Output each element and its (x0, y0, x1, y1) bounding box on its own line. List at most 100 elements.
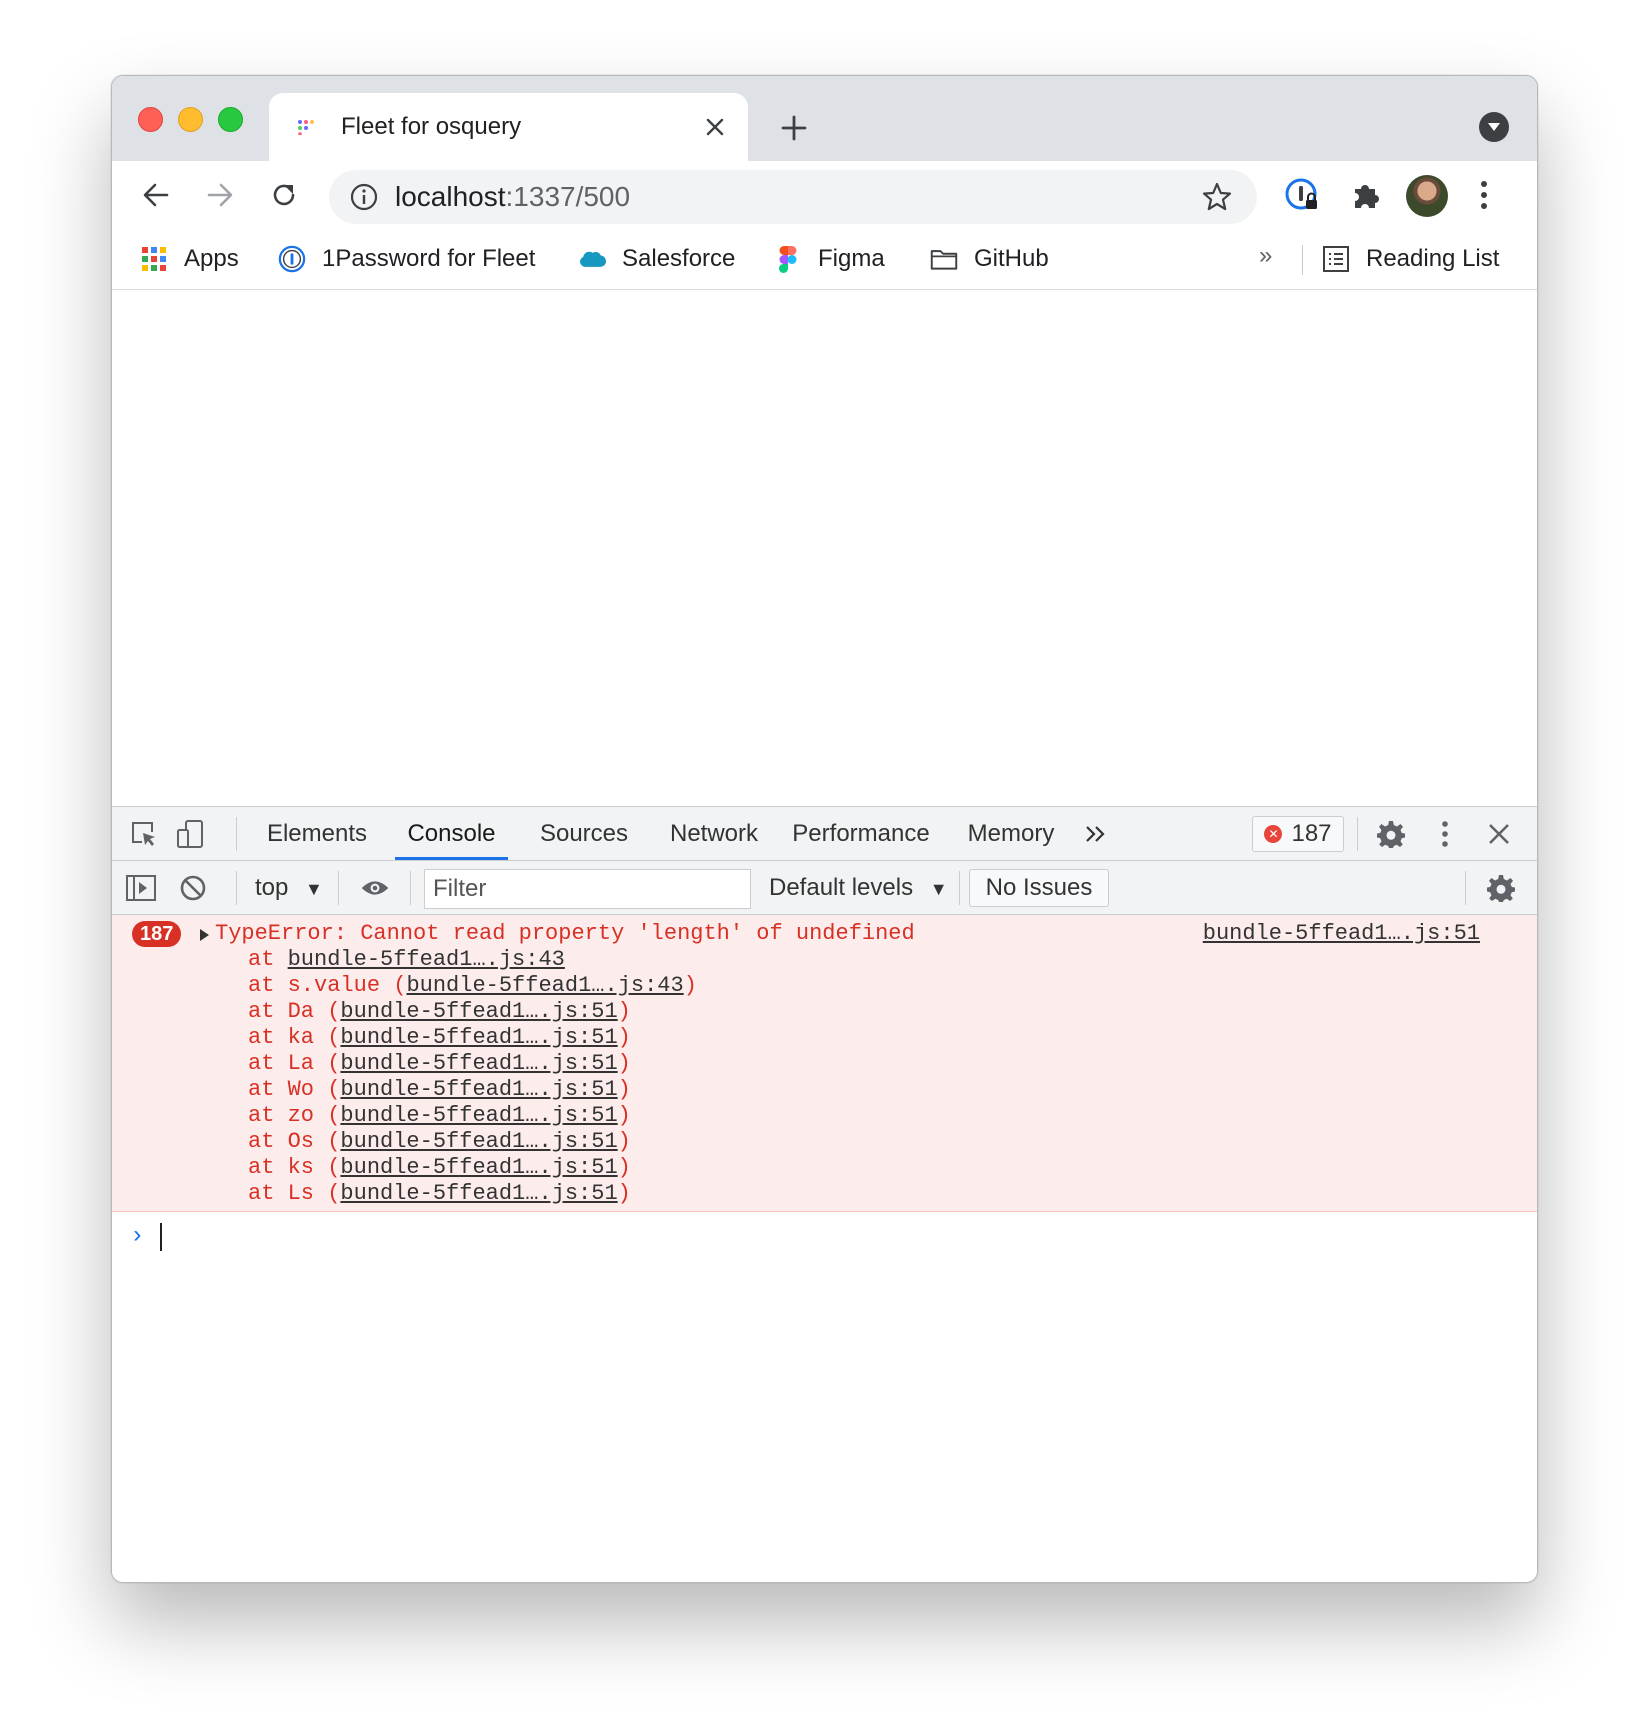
console-bar-divider (1465, 871, 1466, 905)
apps-grid-icon (140, 245, 168, 273)
tab-bar-divider (236, 817, 237, 851)
site-info-icon[interactable] (349, 182, 379, 212)
url-text[interactable]: localhost:1337/500 (395, 181, 630, 213)
tab-network[interactable]: Network (659, 807, 769, 861)
stack-frame-link[interactable]: bundle-5ffead1….js:51 (340, 1103, 617, 1128)
context-selector[interactable]: top ▼ (255, 871, 323, 905)
stack-frame-prefix: at ka ( (248, 1025, 341, 1050)
stack-frame-link[interactable]: bundle-5ffead1….js:43 (288, 947, 565, 972)
stack-frame-link[interactable]: bundle-5ffead1….js:51 (340, 1181, 617, 1206)
console-bar-divider (410, 871, 411, 905)
stack-frame: at Ls (bundle-5ffead1….js:51) (248, 1181, 697, 1207)
tab-bar-divider (1357, 817, 1358, 851)
stack-frame-close-paren: ) (617, 1051, 631, 1076)
stack-frame-prefix: at (248, 947, 288, 972)
devtools-menu-icon[interactable] (1430, 819, 1460, 849)
reload-icon[interactable] (262, 173, 306, 217)
profile-avatar[interactable] (1406, 175, 1448, 217)
address-bar[interactable]: localhost:1337/500 (329, 170, 1257, 224)
bookmarks-divider (1302, 245, 1303, 275)
stack-frame-close-paren: ) (617, 1129, 631, 1154)
error-counter-button[interactable]: ✕ 187 (1252, 816, 1344, 852)
fleet-favicon-icon (298, 120, 314, 135)
stack-frame: at Da (bundle-5ffead1….js:51) (248, 999, 697, 1025)
figma-icon (774, 245, 802, 273)
tab-console[interactable]: Console (395, 807, 508, 861)
bookmark-label: Apps (184, 245, 239, 272)
console-toolbar: top ▼ Default levels ▼ No Issues (112, 861, 1537, 915)
stack-frame-close-paren: ) (617, 1103, 631, 1128)
stack-frame: at zo (bundle-5ffead1….js:51) (248, 1103, 697, 1129)
forward-icon[interactable] (198, 173, 242, 217)
bookmark-apps[interactable]: Apps (140, 242, 239, 276)
stack-frame: at ka (bundle-5ffead1….js:51) (248, 1025, 697, 1051)
context-dropdown-icon: ▼ (305, 879, 323, 899)
tab-sources[interactable]: Sources (529, 807, 639, 861)
log-levels-dropdown-icon: ▼ (929, 879, 948, 899)
stack-frame-prefix: at Os ( (248, 1129, 341, 1154)
bookmark-star-icon[interactable] (1201, 181, 1233, 213)
stack-frame-prefix: at s.value ( (248, 973, 407, 998)
tab-strip: Fleet for osquery (112, 76, 1537, 161)
stack-frame-close-paren: ) (683, 973, 697, 998)
console-input-caret[interactable] (160, 1223, 162, 1251)
inspect-element-icon[interactable] (129, 819, 159, 849)
browser-window: Fleet for osquery localhost:1337/500 App… (111, 75, 1538, 1583)
stack-frame-link[interactable]: bundle-5ffead1….js:51 (340, 1025, 617, 1050)
1password-extension-icon[interactable] (1282, 175, 1322, 215)
filter-input[interactable] (424, 869, 751, 909)
error-message[interactable]: 187 TypeError: Cannot read property 'len… (112, 915, 1537, 1212)
extensions-puzzle-icon[interactable] (1346, 175, 1386, 215)
settings-gear-icon[interactable] (1376, 819, 1406, 849)
stack-frame: at Wo (bundle-5ffead1….js:51) (248, 1077, 697, 1103)
new-tab-icon[interactable] (776, 110, 812, 146)
expand-triangle-icon[interactable] (200, 929, 209, 941)
show-sidebar-icon[interactable] (126, 873, 156, 903)
stack-frame-link[interactable]: bundle-5ffead1….js:51 (340, 1051, 617, 1076)
minimize-window-button[interactable] (178, 107, 203, 132)
stack-frame-link[interactable]: bundle-5ffead1….js:51 (340, 1155, 617, 1180)
repeat-count-badge: 187 (132, 921, 182, 947)
bookmark-salesforce[interactable]: Salesforce (578, 242, 735, 276)
stack-frame-link[interactable]: bundle-5ffead1….js:51 (340, 1077, 617, 1102)
console-settings-gear-icon[interactable] (1486, 873, 1516, 903)
more-bookmarks-chevron[interactable]: » (1259, 242, 1272, 270)
zoom-window-button[interactable] (218, 107, 243, 132)
reading-list-button[interactable]: Reading List (1322, 242, 1499, 276)
live-expression-eye-icon[interactable] (360, 873, 390, 903)
log-levels-label: Default levels (769, 874, 914, 901)
error-x-icon: ✕ (1264, 825, 1283, 843)
back-icon[interactable] (134, 173, 178, 217)
tab-elements[interactable]: Elements (262, 807, 372, 861)
error-text: TypeError: Cannot read property 'length'… (215, 921, 915, 946)
browser-menu-icon[interactable] (1464, 175, 1504, 215)
bookmark-label: 1Password for Fleet (322, 245, 536, 272)
close-window-button[interactable] (138, 107, 163, 132)
close-tab-icon[interactable] (699, 111, 731, 143)
url-path: :1337/500 (505, 181, 631, 212)
stack-frame: at La (bundle-5ffead1….js:51) (248, 1051, 697, 1077)
tab-search-icon[interactable] (1479, 112, 1509, 142)
bookmark-figma[interactable]: Figma (774, 242, 885, 276)
stack-frame-link[interactable]: bundle-5ffead1….js:51 (340, 1129, 617, 1154)
devtools-panel: Elements Console Sources Network Perform… (112, 806, 1537, 1582)
bookmark-1password[interactable]: 1Password for Fleet (278, 242, 535, 276)
tab-memory[interactable]: Memory (955, 807, 1067, 861)
close-devtools-icon[interactable] (1484, 819, 1514, 849)
bookmark-github-folder[interactable]: GitHub (930, 242, 1049, 276)
stack-frame: at ks (bundle-5ffead1….js:51) (248, 1155, 697, 1181)
stack-frame-link[interactable]: bundle-5ffead1….js:51 (340, 999, 617, 1024)
clear-console-icon[interactable] (178, 873, 208, 903)
tab-performance[interactable]: Performance (787, 807, 935, 861)
tab-fleet[interactable]: Fleet for osquery (269, 93, 748, 161)
stack-frame-link[interactable]: bundle-5ffead1….js:43 (406, 973, 683, 998)
log-levels-dropdown[interactable]: Default levels ▼ (769, 871, 948, 906)
more-tabs-chevron-icon[interactable] (1081, 819, 1111, 849)
error-source-link[interactable]: bundle-5ffead1….js:51 (1203, 921, 1480, 947)
stack-frame: at Os (bundle-5ffead1….js:51) (248, 1129, 697, 1155)
issues-button[interactable]: No Issues (969, 869, 1109, 907)
stack-frame-prefix: at La ( (248, 1051, 341, 1076)
device-toolbar-icon[interactable] (175, 819, 205, 849)
stack-frame-prefix: at Da ( (248, 999, 341, 1024)
page-viewport[interactable] (112, 291, 1537, 806)
